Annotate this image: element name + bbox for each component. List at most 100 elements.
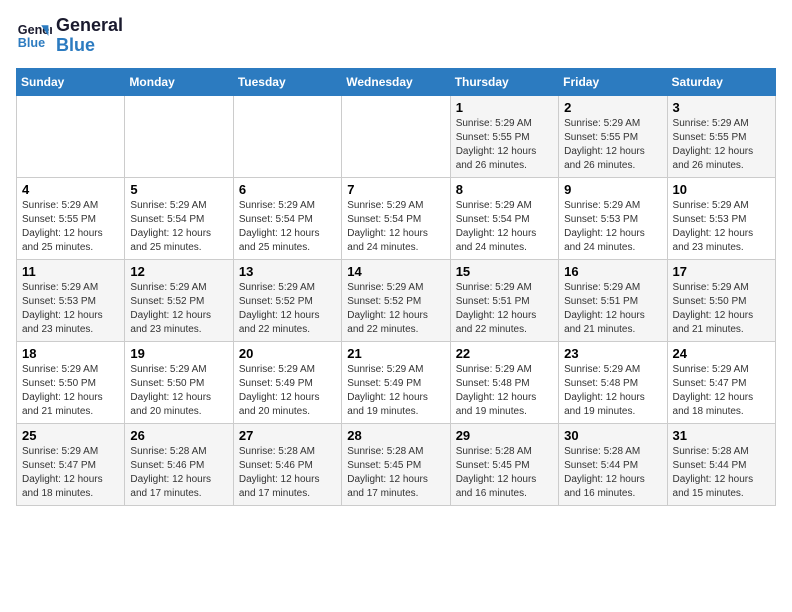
calendar-cell: 31Sunrise: 5:28 AMSunset: 5:44 PMDayligh…	[667, 423, 775, 505]
day-number: 1	[456, 100, 553, 115]
day-number: 13	[239, 264, 336, 279]
day-number: 17	[673, 264, 770, 279]
day-number: 27	[239, 428, 336, 443]
col-header-tuesday: Tuesday	[233, 68, 341, 95]
calendar-table: SundayMondayTuesdayWednesdayThursdayFrid…	[16, 68, 776, 506]
calendar-cell	[125, 95, 233, 177]
week-row-1: 1 Sunrise: 5:29 AMSunset: 5:55 PMDaylight…	[17, 95, 776, 177]
calendar-cell: 2 Sunrise: 5:29 AMSunset: 5:55 PMDaylight…	[559, 95, 667, 177]
day-number: 23	[564, 346, 661, 361]
day-info: Sunrise: 5:29 AMSunset: 5:48 PMDaylight:…	[564, 363, 661, 419]
calendar-header: SundayMondayTuesdayWednesdayThursdayFrid…	[17, 68, 776, 95]
day-number: 31	[673, 428, 770, 443]
page-header: General Blue General Blue	[16, 16, 776, 56]
calendar-cell: 13Sunrise: 5:29 AMSunset: 5:52 PMDayligh…	[233, 259, 341, 341]
calendar-cell: 4 Sunrise: 5:29 AMSunset: 5:55 PMDaylight…	[17, 177, 125, 259]
svg-text:Blue: Blue	[18, 36, 45, 50]
calendar-cell: 8 Sunrise: 5:29 AMSunset: 5:54 PMDaylight…	[450, 177, 558, 259]
day-info: Sunrise: 5:29 AMSunset: 5:54 PMDaylight:…	[239, 199, 336, 255]
day-number: 18	[22, 346, 119, 361]
day-number: 28	[347, 428, 444, 443]
calendar-cell: 7 Sunrise: 5:29 AMSunset: 5:54 PMDaylight…	[342, 177, 450, 259]
calendar-cell: 12Sunrise: 5:29 AMSunset: 5:52 PMDayligh…	[125, 259, 233, 341]
day-info: Sunrise: 5:29 AMSunset: 5:47 PMDaylight:…	[673, 363, 770, 419]
calendar-cell: 11 Sunrise: 5:29 AMSunset: 5:53 PMDayligh…	[17, 259, 125, 341]
day-number: 10	[673, 182, 770, 197]
calendar-cell: 26 Sunrise: 5:28 AMSunset: 5:46 PMDayligh…	[125, 423, 233, 505]
calendar-body: 1 Sunrise: 5:29 AMSunset: 5:55 PMDaylight…	[17, 95, 776, 505]
calendar-cell: 29 Sunrise: 5:28 AMSunset: 5:45 PMDayligh…	[450, 423, 558, 505]
day-info: Sunrise: 5:29 AMSunset: 5:51 PMDaylight:…	[564, 281, 661, 337]
calendar-cell: 15 Sunrise: 5:29 AMSunset: 5:51 PMDayligh…	[450, 259, 558, 341]
day-info: Sunrise: 5:28 AMSunset: 5:44 PMDaylight:…	[564, 445, 661, 501]
calendar-cell: 23 Sunrise: 5:29 AMSunset: 5:48 PMDayligh…	[559, 341, 667, 423]
day-number: 6	[239, 182, 336, 197]
col-header-sunday: Sunday	[17, 68, 125, 95]
day-number: 25	[22, 428, 119, 443]
logo-icon: General Blue	[16, 18, 52, 54]
calendar-cell	[342, 95, 450, 177]
col-header-thursday: Thursday	[450, 68, 558, 95]
day-number: 4	[22, 182, 119, 197]
day-info: Sunrise: 5:29 AMSunset: 5:55 PMDaylight:…	[456, 117, 553, 173]
day-number: 22	[456, 346, 553, 361]
day-number: 8	[456, 182, 553, 197]
calendar-cell: 18 Sunrise: 5:29 AMSunset: 5:50 PMDayligh…	[17, 341, 125, 423]
day-info: Sunrise: 5:29 AMSunset: 5:55 PMDaylight:…	[564, 117, 661, 173]
calendar-cell: 14 Sunrise: 5:29 AMSunset: 5:52 PMDayligh…	[342, 259, 450, 341]
calendar-cell: 24 Sunrise: 5:29 AMSunset: 5:47 PMDayligh…	[667, 341, 775, 423]
day-info: Sunrise: 5:28 AMSunset: 5:46 PMDaylight:…	[239, 445, 336, 501]
calendar-cell: 3Sunrise: 5:29 AMSunset: 5:55 PMDaylight…	[667, 95, 775, 177]
day-info: Sunrise: 5:29 AMSunset: 5:47 PMDaylight:…	[22, 445, 119, 501]
day-info: Sunrise: 5:29 AMSunset: 5:53 PMDaylight:…	[673, 199, 770, 255]
day-number: 7	[347, 182, 444, 197]
day-number: 30	[564, 428, 661, 443]
logo: General Blue General Blue	[16, 16, 123, 56]
day-number: 26	[130, 428, 227, 443]
day-info: Sunrise: 5:29 AMSunset: 5:48 PMDaylight:…	[456, 363, 553, 419]
week-row-2: 4 Sunrise: 5:29 AMSunset: 5:55 PMDaylight…	[17, 177, 776, 259]
day-number: 3	[673, 100, 770, 115]
day-number: 14	[347, 264, 444, 279]
day-number: 16	[564, 264, 661, 279]
week-row-4: 18 Sunrise: 5:29 AMSunset: 5:50 PMDayligh…	[17, 341, 776, 423]
calendar-cell: 28Sunrise: 5:28 AMSunset: 5:45 PMDayligh…	[342, 423, 450, 505]
day-number: 21	[347, 346, 444, 361]
day-number: 9	[564, 182, 661, 197]
col-header-monday: Monday	[125, 68, 233, 95]
day-info: Sunrise: 5:29 AMSunset: 5:50 PMDaylight:…	[22, 363, 119, 419]
day-info: Sunrise: 5:29 AMSunset: 5:54 PMDaylight:…	[130, 199, 227, 255]
week-row-3: 11 Sunrise: 5:29 AMSunset: 5:53 PMDayligh…	[17, 259, 776, 341]
week-row-5: 25 Sunrise: 5:29 AMSunset: 5:47 PMDayligh…	[17, 423, 776, 505]
calendar-cell: 10 Sunrise: 5:29 AMSunset: 5:53 PMDayligh…	[667, 177, 775, 259]
calendar-cell	[233, 95, 341, 177]
day-info: Sunrise: 5:29 AMSunset: 5:50 PMDaylight:…	[673, 281, 770, 337]
day-info: Sunrise: 5:29 AMSunset: 5:55 PMDaylight:…	[22, 199, 119, 255]
day-number: 5	[130, 182, 227, 197]
day-number: 19	[130, 346, 227, 361]
day-info: Sunrise: 5:29 AMSunset: 5:54 PMDaylight:…	[456, 199, 553, 255]
day-number: 12	[130, 264, 227, 279]
calendar-cell: 30 Sunrise: 5:28 AMSunset: 5:44 PMDayligh…	[559, 423, 667, 505]
day-info: Sunrise: 5:29 AMSunset: 5:49 PMDaylight:…	[347, 363, 444, 419]
day-number: 29	[456, 428, 553, 443]
calendar-cell: 27 Sunrise: 5:28 AMSunset: 5:46 PMDayligh…	[233, 423, 341, 505]
day-number: 11	[22, 264, 119, 279]
calendar-cell: 21 Sunrise: 5:29 AMSunset: 5:49 PMDayligh…	[342, 341, 450, 423]
day-info: Sunrise: 5:28 AMSunset: 5:45 PMDaylight:…	[456, 445, 553, 501]
day-info: Sunrise: 5:29 AMSunset: 5:49 PMDaylight:…	[239, 363, 336, 419]
calendar-cell: 6 Sunrise: 5:29 AMSunset: 5:54 PMDaylight…	[233, 177, 341, 259]
calendar-cell: 25 Sunrise: 5:29 AMSunset: 5:47 PMDayligh…	[17, 423, 125, 505]
header-row: SundayMondayTuesdayWednesdayThursdayFrid…	[17, 68, 776, 95]
day-number: 2	[564, 100, 661, 115]
day-info: Sunrise: 5:29 AMSunset: 5:51 PMDaylight:…	[456, 281, 553, 337]
day-info: Sunrise: 5:28 AMSunset: 5:46 PMDaylight:…	[130, 445, 227, 501]
day-info: Sunrise: 5:29 AMSunset: 5:52 PMDaylight:…	[347, 281, 444, 337]
day-number: 15	[456, 264, 553, 279]
day-info: Sunrise: 5:29 AMSunset: 5:53 PMDaylight:…	[22, 281, 119, 337]
day-number: 24	[673, 346, 770, 361]
day-number: 20	[239, 346, 336, 361]
day-info: Sunrise: 5:29 AMSunset: 5:54 PMDaylight:…	[347, 199, 444, 255]
day-info: Sunrise: 5:29 AMSunset: 5:50 PMDaylight:…	[130, 363, 227, 419]
day-info: Sunrise: 5:29 AMSunset: 5:53 PMDaylight:…	[564, 199, 661, 255]
